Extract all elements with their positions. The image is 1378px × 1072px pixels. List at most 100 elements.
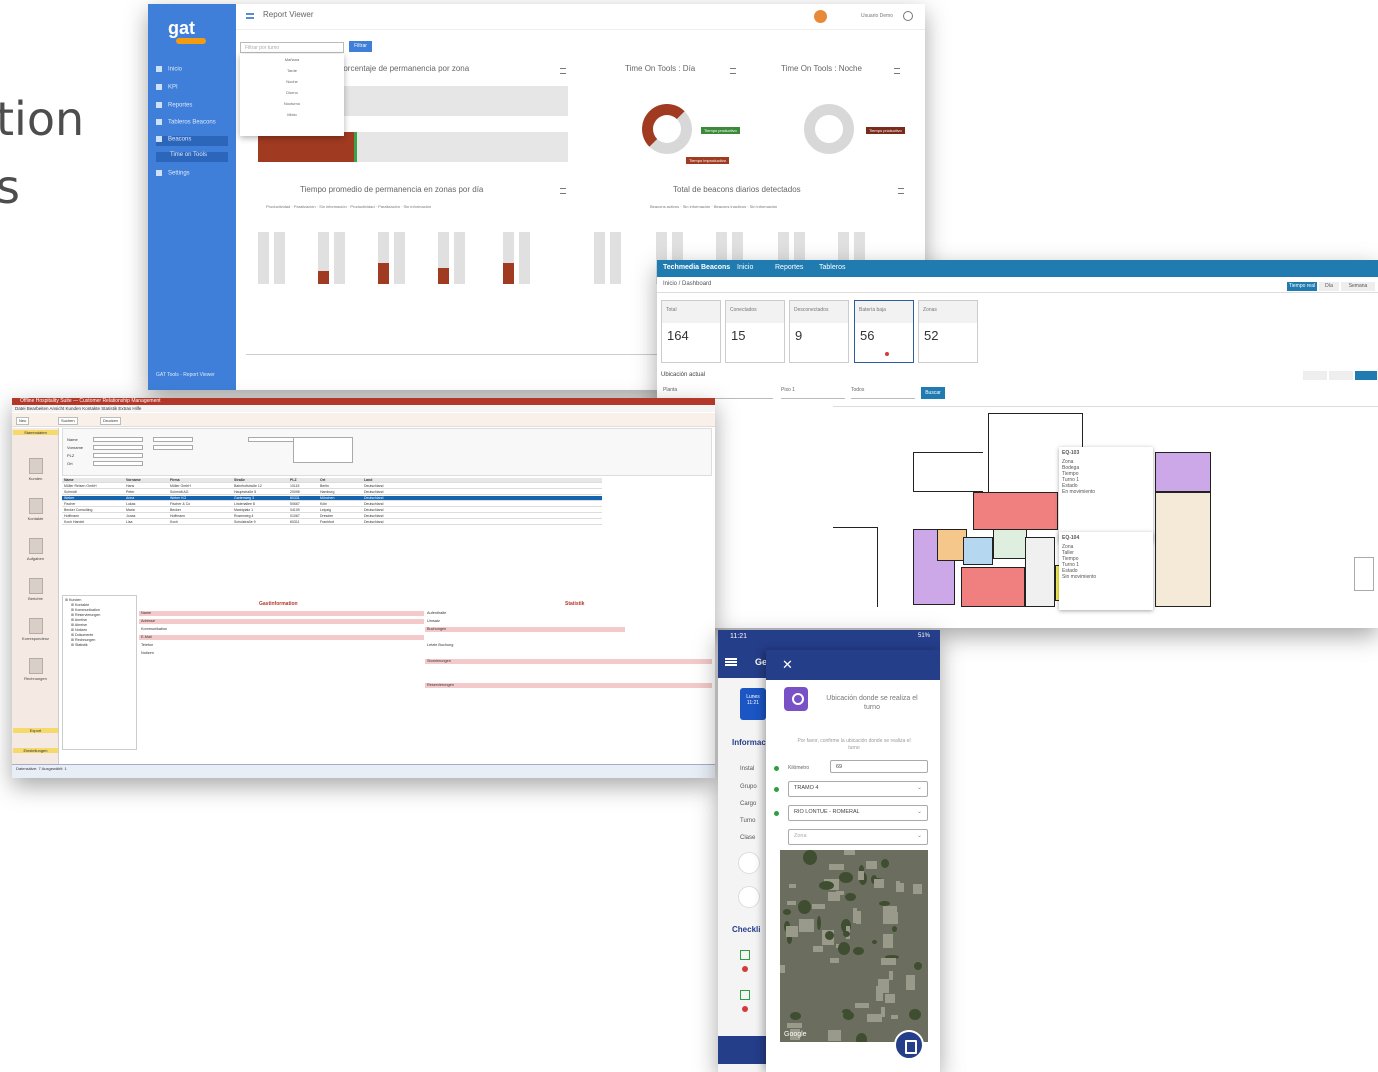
nav-kontakte[interactable]: Kontakte [18, 498, 53, 521]
panel-menu-icon[interactable] [898, 188, 904, 194]
dropdown-option[interactable]: Diurno [240, 87, 344, 98]
nav-aufgaben[interactable]: Aufgaben [18, 538, 53, 561]
nav-rechnungen[interactable]: Rechnungen [18, 658, 53, 681]
record-tree[interactable]: ⊞ Kunden ⊞ Kontakte ⊞ Kommunikation ⊞ Reser… [62, 595, 137, 750]
toggle-realtime[interactable]: Tiempo real [1287, 282, 1317, 291]
toggle-day[interactable]: Día [1319, 282, 1339, 291]
map-tree [914, 962, 922, 970]
table-row[interactable]: Becker Consulting Maria Becker Marktplatz 1… [62, 508, 602, 513]
name-field[interactable] [93, 437, 143, 442]
table-cell: Bahnhofstraße 12 [234, 484, 262, 488]
filter-field[interactable] [153, 437, 193, 442]
kpi-card-low-battery[interactable]: Batería baja 56 [854, 300, 914, 363]
report-icon [28, 578, 43, 594]
nav-tab[interactable]: Einstellungen [13, 748, 58, 753]
table-row[interactable]: Fischer Lukas Fischer & Co Lindenallee 8 506… [62, 502, 602, 507]
sidebar-item-tableros[interactable]: Tableros Beacons [156, 119, 228, 129]
location-icon[interactable] [738, 852, 760, 874]
sidebar-item-settings[interactable]: Settings [156, 170, 228, 180]
kpi-card-total[interactable]: Total 164 [661, 300, 721, 363]
panel-menu-icon[interactable] [894, 68, 900, 74]
new-button[interactable]: Neu [16, 417, 30, 425]
chevron-down-icon: ⌄ [916, 809, 922, 815]
table-cell: Hoffmann [64, 514, 80, 518]
bar-fill [438, 268, 449, 284]
filter-field[interactable] [248, 437, 298, 442]
map-tree [817, 916, 821, 930]
tab-reportes[interactable]: Reportes [775, 264, 803, 271]
tramo-select[interactable]: TRAMO 4 ⌄ [788, 781, 928, 797]
menu-icon[interactable] [725, 658, 737, 666]
km-input[interactable]: 69 [830, 760, 928, 773]
camera-icon[interactable] [738, 886, 760, 908]
sidebar-item-beacons[interactable]: Beacons [156, 136, 228, 146]
satellite-map[interactable]: Google [780, 850, 928, 1042]
tab-tableros[interactable]: Tableros [819, 264, 845, 271]
dropdown-option[interactable]: Tarde [240, 65, 344, 76]
sidebar-item-inicio[interactable]: Inicio [156, 66, 228, 76]
nav-kunden[interactable]: Kunden [18, 458, 53, 481]
nav-tab[interactable]: Export [13, 728, 58, 733]
nav-berichte[interactable]: Berichte [18, 578, 53, 601]
city-field[interactable] [93, 461, 143, 466]
menu-icon[interactable] [246, 13, 254, 19]
kpi-card-disconnected[interactable]: Desconectados 9 [789, 300, 849, 363]
beacon-popup[interactable]: EQ-104 Zona Taller Tiempo Turno 1 Estado… [1059, 532, 1153, 610]
daily-bar [334, 232, 345, 284]
filter-list[interactable] [293, 437, 353, 463]
floor-select[interactable]: Piso 1 [781, 387, 845, 399]
zip-field[interactable] [93, 453, 143, 458]
people-icon [28, 458, 43, 474]
menu-bar[interactable]: Datei Bearbeiten Ansicht Kunden Kontakte… [12, 405, 715, 412]
donut-day [642, 104, 692, 154]
zone-select[interactable]: Zona ⌄ [788, 829, 928, 845]
map-attribution: Google [784, 1031, 807, 1038]
floor-plan[interactable]: EQ-103 Zona Bodega Tiempo Turno 1 Estado… [833, 406, 1378, 611]
table-row[interactable]: Koch Handel Lisa Koch Schulstraße 9 60311 Fra… [62, 520, 602, 525]
dropdown-option[interactable]: Noche [240, 76, 344, 87]
view-toggle[interactable] [1329, 371, 1353, 380]
search-button[interactable]: Buscar [921, 387, 945, 399]
table-row[interactable]: Müller Reisen GmbH Hans Müller GmbH Bahnhof… [62, 484, 602, 489]
search-button[interactable]: Suchen [58, 417, 78, 425]
power-icon[interactable] [903, 11, 913, 21]
dropdown-option[interactable]: Nocturno [240, 98, 344, 109]
panel-menu-icon[interactable] [560, 68, 566, 74]
firstname-field[interactable] [93, 445, 143, 450]
checkbox[interactable] [740, 990, 750, 1000]
map-building [830, 958, 839, 963]
table-cell: 60311 [290, 520, 300, 524]
kpi-card-connected[interactable]: Conectados 15 [725, 300, 785, 363]
toggle-week[interactable]: Semana [1341, 282, 1375, 291]
shift-filter-select[interactable]: Filtrar por turno [240, 42, 344, 53]
filter-button[interactable]: Filtrar [349, 41, 372, 52]
panel-menu-icon[interactable] [560, 188, 566, 194]
table-row[interactable]: Hoffmann Jonas Hoffmann Rosenweg 4 01067 Dres… [62, 514, 602, 519]
tab-inicio[interactable]: Inicio [737, 264, 753, 271]
filter-field[interactable] [153, 445, 193, 450]
print-button[interactable]: Drucken [100, 417, 121, 425]
table-row[interactable]: Weber Anna Weber KG Gartenweg 3 80331 München… [62, 496, 602, 501]
tree-item[interactable]: ⊞ Statistik [65, 643, 134, 648]
dropdown-option[interactable]: Mixto [240, 109, 344, 120]
view-toggle[interactable] [1355, 371, 1377, 380]
beacon-popup[interactable]: EQ-103 Zona Bodega Tiempo Turno 1 Estado… [1059, 447, 1153, 542]
view-toggle[interactable] [1303, 371, 1327, 380]
panel-menu-icon[interactable] [730, 68, 736, 74]
table-row[interactable]: Schmidt Peter Schmidt AG Hauptstraße 5 20095… [62, 490, 602, 495]
checkbox[interactable] [740, 950, 750, 960]
nav-tab[interactable]: Stammdaten [13, 430, 58, 435]
nav-korrespondenz[interactable]: Korrespondenz [18, 618, 53, 641]
close-icon[interactable]: ✕ [782, 657, 793, 673]
save-button[interactable] [894, 1030, 924, 1060]
sidebar-item-reportes[interactable]: Reportes [156, 102, 228, 112]
sidebar-item-kpi[interactable]: KPI [156, 84, 228, 94]
zoom-control[interactable] [1354, 557, 1374, 591]
status-select[interactable]: Todos [851, 387, 915, 399]
sidebar-item-time-on-tools[interactable]: Time on Tools [156, 152, 228, 162]
sector-select[interactable]: RIO LONTUE - ROMERAL ⌄ [788, 805, 928, 821]
dropdown-option[interactable]: Mañana [240, 54, 344, 65]
avatar[interactable] [814, 10, 827, 23]
kpi-card-zones[interactable]: Zonas 52 [918, 300, 978, 363]
breadcrumb: Inicio / Dashboard [663, 281, 712, 287]
